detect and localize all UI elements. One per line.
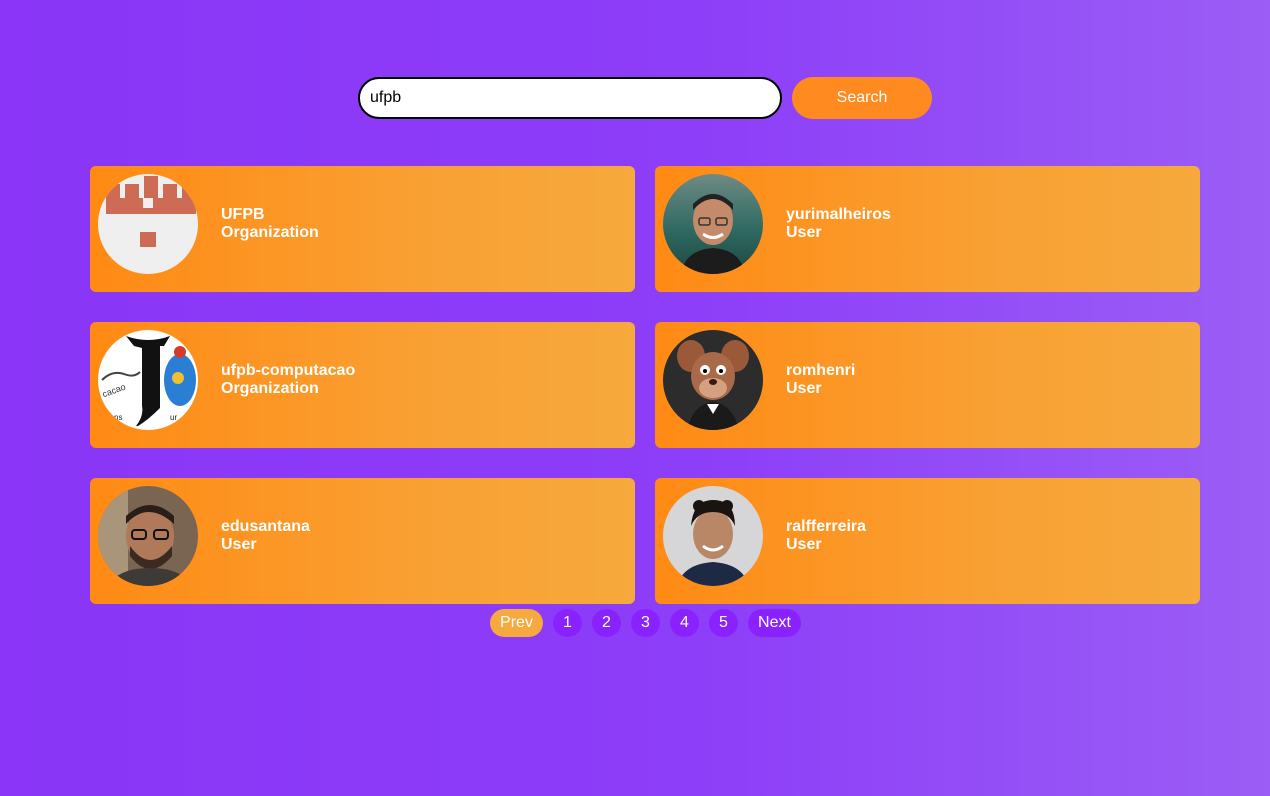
result-card[interactable]: cacao ns ur ufpb-computacao Organization (90, 322, 635, 448)
search-input[interactable] (358, 77, 782, 119)
result-type: User (221, 536, 257, 553)
card-text: ufpb-computacao Organization (221, 362, 355, 398)
page-button-2[interactable]: 2 (592, 609, 621, 637)
page-button-5[interactable]: 5 (709, 609, 738, 637)
svg-text:ns: ns (114, 413, 122, 422)
page-button-1[interactable]: 1 (553, 609, 582, 637)
result-card[interactable]: UFPB Organization (90, 166, 635, 292)
result-name: edusantana (221, 518, 310, 535)
page-button-3[interactable]: 3 (631, 609, 660, 637)
result-type: User (786, 224, 822, 241)
svg-text:ur: ur (170, 413, 177, 422)
results-grid: UFPB Organization yurimalheiros User cac… (90, 166, 1200, 604)
card-text: romhenri User (786, 362, 855, 398)
result-name: yurimalheiros (786, 206, 891, 223)
result-name: UFPB (221, 206, 265, 223)
result-card[interactable]: edusantana User (90, 478, 635, 604)
search-button[interactable]: Search (792, 77, 932, 119)
result-name: romhenri (786, 362, 856, 379)
result-type: Organization (221, 380, 319, 397)
next-button[interactable]: Next (748, 609, 801, 637)
avatar (663, 330, 763, 430)
prev-button[interactable]: Prev (490, 609, 543, 637)
avatar: cacao ns ur (98, 330, 198, 430)
page-button-4[interactable]: 4 (670, 609, 699, 637)
avatar (663, 174, 763, 274)
card-text: edusantana User (221, 518, 310, 554)
card-text: yurimalheiros User (786, 206, 891, 242)
result-type: Organization (221, 224, 319, 241)
result-card[interactable]: romhenri User (655, 322, 1200, 448)
result-card[interactable]: yurimalheiros User (655, 166, 1200, 292)
result-card[interactable]: ralfferreira User (655, 478, 1200, 604)
search-bar: Search (358, 77, 932, 119)
result-name: ralfferreira (786, 518, 867, 535)
result-type: User (786, 380, 822, 397)
card-text: ralfferreira User (786, 518, 866, 554)
avatar (98, 174, 198, 274)
result-type: User (786, 536, 822, 553)
pagination: Prev 1 2 3 4 5 Next (490, 609, 801, 637)
avatar (663, 486, 763, 586)
avatar (98, 486, 198, 586)
result-name: ufpb-computacao (221, 362, 356, 379)
card-text: UFPB Organization (221, 206, 319, 242)
